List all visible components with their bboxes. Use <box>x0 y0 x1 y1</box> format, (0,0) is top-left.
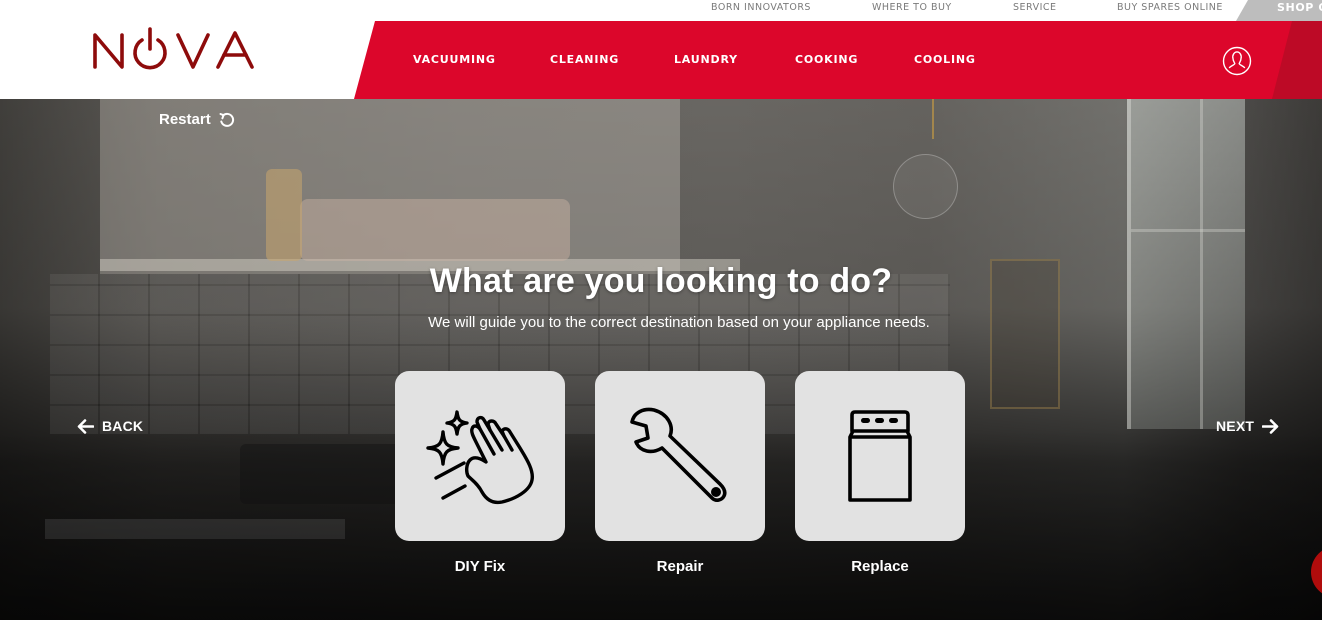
bg-bottle <box>266 169 302 261</box>
bg-window-transom <box>1131 229 1245 232</box>
bg-lamp <box>893 154 958 219</box>
back-button[interactable]: BACK <box>77 418 143 434</box>
wizard-title: What are you looking to do? <box>429 262 893 300</box>
restart-label: Restart <box>159 111 211 128</box>
option-card[interactable] <box>795 371 965 541</box>
nav-cooking[interactable]: COOKING <box>795 53 858 66</box>
option-card[interactable] <box>595 371 765 541</box>
utility-bar: BORN INNOVATORS WHERE TO BUY SERVICE BUY… <box>0 0 1322 21</box>
sparkle-hand-icon <box>426 410 534 505</box>
next-label: NEXT <box>1216 418 1255 434</box>
option-card[interactable] <box>395 371 565 541</box>
appliance-icon <box>848 410 912 502</box>
restart-icon <box>219 112 234 127</box>
util-link-buy-spares-online[interactable]: BUY SPARES ONLINE <box>1117 2 1223 13</box>
nav-cleaning[interactable]: CLEANING <box>550 53 619 66</box>
nav-vacuuming[interactable]: VACUUMING <box>413 53 496 66</box>
bg-towels <box>300 199 570 261</box>
shop-online-button[interactable]: SHOP ONLINE <box>1236 0 1322 21</box>
wizard-subtitle: We will guide you to the correct destina… <box>428 314 930 331</box>
wrench-icon <box>630 407 727 502</box>
shop-online-label: SHOP ONLINE <box>1277 1 1322 14</box>
nav-laundry[interactable]: LAUNDRY <box>674 53 738 66</box>
option-label: DIY Fix <box>454 558 506 575</box>
user-circle-icon[interactable] <box>1222 46 1252 76</box>
restart-button[interactable]: Restart <box>159 111 235 128</box>
option-diy-fix[interactable]: DIY Fix <box>395 371 565 575</box>
util-link-service[interactable]: SERVICE <box>1013 2 1057 13</box>
util-link-born-innovators[interactable]: BORN INNOVATORS <box>711 2 811 13</box>
nova-logo[interactable] <box>92 23 262 73</box>
option-label: Replace <box>851 558 909 575</box>
option-label: Repair <box>656 558 704 575</box>
option-replace[interactable]: Replace <box>795 371 965 575</box>
back-label: BACK <box>102 418 144 434</box>
option-repair[interactable]: Repair <box>595 371 765 575</box>
bg-lamp-cord <box>932 99 934 139</box>
arrow-left-icon <box>77 418 94 434</box>
next-button[interactable]: NEXT <box>1216 418 1279 434</box>
nav-cooling[interactable]: COOLING <box>914 53 976 66</box>
util-link-where-to-buy[interactable]: WHERE TO BUY <box>872 2 952 13</box>
main-header: VACUUMING CLEANING LAUNDRY COOKING COOLI… <box>0 21 1322 99</box>
arrow-right-icon <box>1262 418 1279 434</box>
wizard-hero: Restart What are you looking to do? We w… <box>0 99 1322 620</box>
